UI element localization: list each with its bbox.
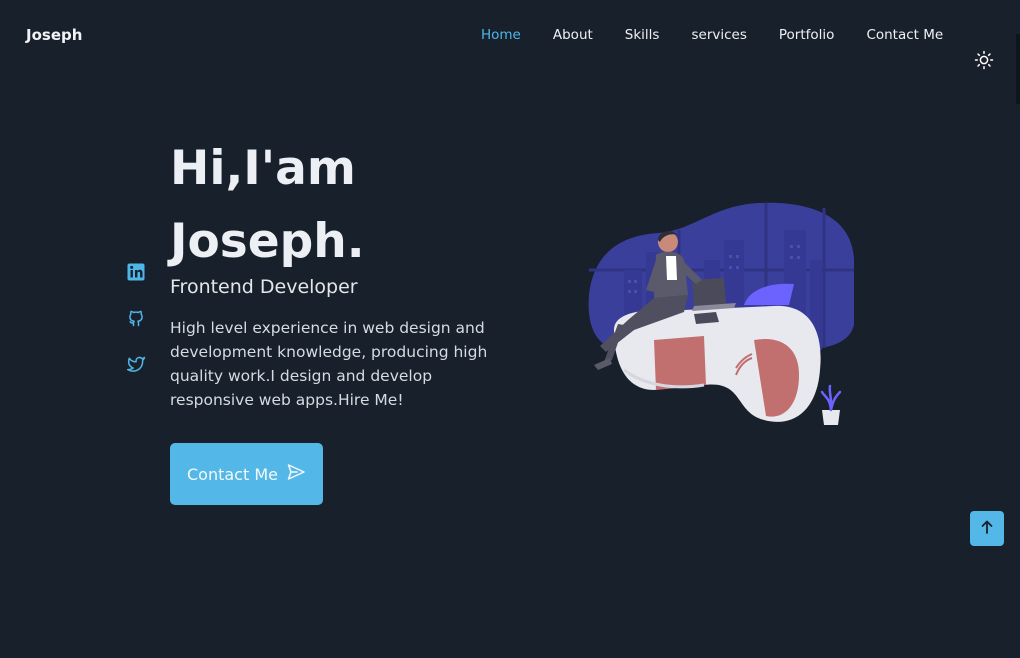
main-nav: Home About Skills services Portfolio Con…	[481, 27, 943, 43]
hero-title: Hi,I'am Joseph.	[170, 132, 365, 278]
scroll-up-button[interactable]	[970, 511, 1004, 546]
brand-logo[interactable]: Joseph	[26, 26, 82, 44]
page: Joseph Home About Skills services Portfo…	[0, 0, 1020, 658]
hero-description: High level experience in web design and …	[170, 319, 488, 409]
hero-title-line1: Hi,I'am	[170, 141, 356, 196]
contact-me-label: Contact Me	[187, 464, 278, 484]
scrollbar[interactable]	[1016, 34, 1020, 104]
hero-title-line2: Joseph.	[170, 214, 365, 269]
header: Joseph Home About Skills services Portfo…	[0, 0, 1020, 72]
github-icon[interactable]	[126, 308, 146, 328]
linkedin-icon[interactable]	[126, 262, 146, 282]
arrow-up-icon	[979, 519, 995, 539]
social-links	[126, 262, 146, 374]
nav-contact[interactable]: Contact Me	[866, 27, 943, 43]
contact-me-button[interactable]: Contact Me	[170, 443, 323, 505]
nav-home[interactable]: Home	[481, 27, 521, 43]
nav-skills[interactable]: Skills	[625, 27, 660, 43]
sun-icon[interactable]	[974, 50, 994, 70]
nav-about[interactable]: About	[553, 27, 593, 43]
twitter-icon[interactable]	[126, 354, 146, 374]
hero-illustration	[584, 200, 856, 430]
hero-subtitle: Frontend Developer	[170, 276, 358, 298]
send-icon	[286, 462, 306, 486]
nav-services[interactable]: services	[691, 27, 746, 43]
nav-portfolio[interactable]: Portfolio	[779, 27, 835, 43]
